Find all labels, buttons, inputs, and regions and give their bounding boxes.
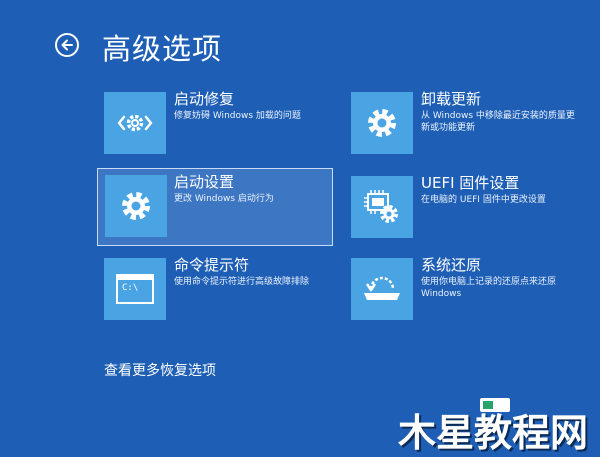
option-tile	[104, 92, 166, 154]
option-tile	[351, 258, 413, 320]
option-tile	[105, 175, 167, 237]
option-title: 卸载更新	[421, 90, 482, 108]
back-arrow-icon	[61, 39, 73, 51]
option-description: 使用命令提示符进行高级故障排除	[174, 277, 310, 287]
more-recovery-options-link[interactable]: 查看更多恢复选项	[104, 360, 216, 380]
option-description: 在电脑的 UEFI 固件中更改设置	[421, 195, 546, 205]
option-uefi-firmware[interactable]: UEFI 固件设置 在电脑的 UEFI 固件中更改设置	[345, 170, 581, 244]
option-title: 命令提示符	[174, 256, 250, 274]
firmware-chip-gear-icon	[364, 190, 398, 223]
option-uninstall-updates[interactable]: 卸载更新 从 Windows 中移除最近安装的质量更新或功能更新	[345, 86, 581, 160]
option-title: 启动设置	[174, 173, 235, 191]
option-description: 使用你电脑上记录的还原点来还原 Windows	[421, 277, 557, 299]
option-tile	[351, 92, 413, 154]
option-startup-settings[interactable]: 启动设置 更改 Windows 启动行为	[97, 168, 333, 246]
option-title: UEFI 固件设置	[421, 174, 520, 192]
command-prompt-text: C:\	[122, 283, 139, 293]
watermark-badge-icon	[480, 398, 510, 412]
option-title: 系统还原	[421, 256, 482, 274]
option-description: 修复妨碍 Windows 加载的问题	[174, 111, 301, 121]
startup-repair-icon	[117, 114, 153, 132]
option-title: 启动修复	[174, 90, 235, 108]
option-description: 从 Windows 中移除最近安装的质量更新或功能更新	[421, 111, 575, 133]
option-command-prompt[interactable]: C:\ 命令提示符 使用命令提示符进行高级故障排除	[98, 252, 334, 326]
page-title: 高级选项	[102, 32, 223, 66]
gear-icon	[122, 192, 150, 220]
watermark: 木星教程网	[398, 398, 596, 455]
back-button[interactable]	[55, 33, 79, 57]
option-startup-repair[interactable]: 启动修复 修复妨碍 Windows 加载的问题	[98, 86, 334, 160]
option-tile: C:\	[104, 258, 166, 320]
option-description: 更改 Windows 启动行为	[174, 194, 274, 204]
gear-icon	[368, 109, 396, 137]
system-restore-icon	[364, 276, 400, 300]
option-tile	[351, 176, 413, 238]
option-system-restore[interactable]: 系统还原 使用你电脑上记录的还原点来还原 Windows	[345, 252, 581, 326]
command-prompt-icon: C:\	[116, 274, 154, 304]
